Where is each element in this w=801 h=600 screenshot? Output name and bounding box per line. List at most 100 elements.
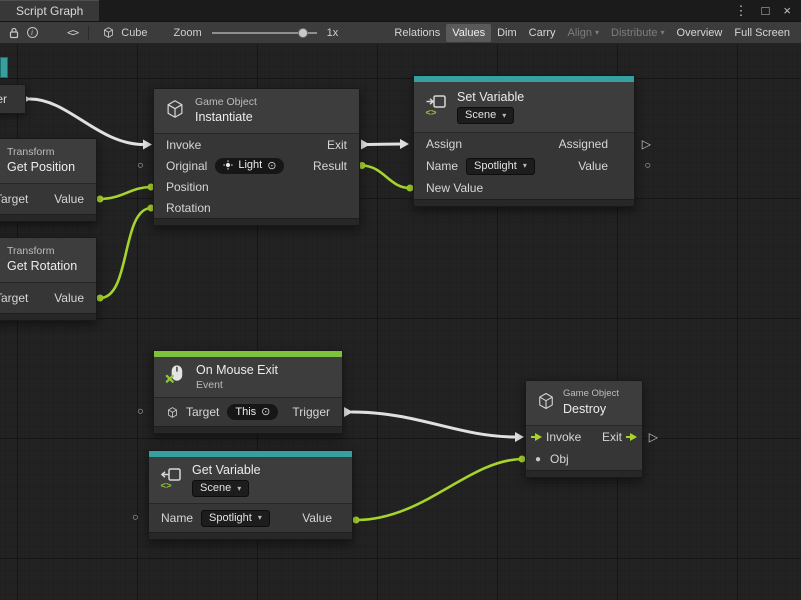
node-header[interactable]: Game Object Destroy xyxy=(526,381,642,425)
node-title: Destroy xyxy=(563,402,619,417)
overview-button[interactable]: Overview xyxy=(671,24,729,42)
toolbar-divider xyxy=(88,26,89,40)
graph-toolbar: i <> Cube Zoom 1x Relations Values Dim C… xyxy=(0,22,801,44)
chevron-down-icon: ▾ xyxy=(595,28,599,37)
dim-button[interactable]: Dim xyxy=(491,24,523,42)
target-object-field[interactable]: This ⊙ xyxy=(227,404,278,420)
node-header[interactable]: Game Object Instantiate xyxy=(154,89,359,133)
original-object-field[interactable]: Light ⊙ xyxy=(215,158,284,174)
carry-button[interactable]: Carry xyxy=(523,24,562,42)
obj-input-label: Obj xyxy=(550,452,569,466)
control-output-port[interactable] xyxy=(361,140,370,150)
node-get-position[interactable]: Transform Get Position Target Value xyxy=(0,138,97,222)
wire-position-value[interactable] xyxy=(100,187,151,199)
chevron-down-icon: ▾ xyxy=(661,28,665,37)
node-header[interactable]: On Mouse Exit Event xyxy=(154,357,342,397)
variable-name-dropdown[interactable]: Spotlight ▾ xyxy=(466,158,535,175)
wire-variable-to-obj[interactable] xyxy=(356,459,522,520)
value-output-port[interactable]: ○ xyxy=(644,161,651,172)
node-title: Set Variable xyxy=(457,90,524,105)
target-input-port[interactable]: ○ xyxy=(137,407,144,418)
node-header[interactable]: <> Set Variable Scene ▾ xyxy=(414,82,634,132)
variable-scope-dropdown[interactable]: Scene ▾ xyxy=(457,107,514,124)
invoke-input-port[interactable] xyxy=(531,433,542,441)
invoke-input-label: Invoke xyxy=(546,430,581,444)
exit-flow-indicator[interactable]: ▷ xyxy=(649,431,658,443)
wire-result-to-newvalue[interactable] xyxy=(362,166,410,189)
menu-icon[interactable]: ⋮ xyxy=(735,3,748,19)
assigned-output-port[interactable]: ▷ xyxy=(642,138,651,150)
original-input-label: Original xyxy=(166,159,207,173)
node-get-rotation[interactable]: Transform Get Rotation Target Value xyxy=(0,237,97,321)
wire-rotation-value[interactable] xyxy=(100,208,151,298)
object-picker-icon[interactable]: ⊙ xyxy=(267,159,276,172)
node-subtitle: Event xyxy=(196,380,278,392)
name-input-port[interactable]: ○ xyxy=(132,513,139,524)
maximize-icon[interactable]: □ xyxy=(762,3,770,18)
code-icon[interactable]: <> xyxy=(67,26,78,39)
fullscreen-button[interactable]: Full Screen xyxy=(728,24,796,42)
node-instantiate[interactable]: Game Object Instantiate Invoke Exit ○ Or… xyxy=(153,88,360,226)
info-icon[interactable]: i xyxy=(23,24,41,42)
node-get-variable[interactable]: <> Get Variable Scene ▾ ○ Name Spotlight xyxy=(148,450,353,540)
node-header[interactable]: <> Get Variable Scene ▾ xyxy=(149,457,352,503)
zoom-slider[interactable] xyxy=(212,26,317,40)
node-destroy[interactable]: Game Object Destroy Invoke Exit ▷ ● Obj xyxy=(525,380,643,478)
get-variable-icon: <> xyxy=(159,466,183,495)
offscreen-node-fragment[interactable] xyxy=(0,57,8,78)
tab-script-graph[interactable]: Script Graph xyxy=(0,0,99,21)
lock-icon[interactable] xyxy=(5,24,23,42)
node-header[interactable]: Transform Get Rotation xyxy=(0,238,96,282)
object-picker-icon[interactable]: ⊙ xyxy=(261,405,270,418)
node-title: Get Position xyxy=(7,160,75,175)
node-title: Instantiate xyxy=(195,110,257,125)
node-category: Game Object xyxy=(563,389,619,399)
cube-icon xyxy=(99,24,117,42)
node-footer xyxy=(0,313,96,320)
node-footer xyxy=(0,214,96,221)
variable-scope-dropdown[interactable]: Scene ▾ xyxy=(192,480,249,497)
graph-canvas[interactable]: Trigger Transform Get Position Target Va… xyxy=(0,44,801,600)
distribute-button[interactable]: Distribute▾ xyxy=(605,24,670,42)
obj-input-port[interactable]: ● xyxy=(535,454,541,465)
relations-button[interactable]: Relations xyxy=(388,24,446,42)
target-object-value: This xyxy=(235,406,256,418)
close-icon[interactable]: × xyxy=(783,3,791,18)
wire-layer xyxy=(0,44,801,600)
zoom-slider-knob[interactable] xyxy=(298,28,308,38)
svg-text:<>: <> xyxy=(426,107,438,117)
value-output-port[interactable] xyxy=(353,517,360,524)
node-header[interactable]: Transform Get Position xyxy=(0,139,96,183)
tab-title: Script Graph xyxy=(16,4,83,18)
value-output-port[interactable] xyxy=(97,196,104,203)
target-input-label: Target xyxy=(0,291,28,305)
control-output-port[interactable] xyxy=(344,407,353,417)
value-output-label: Value xyxy=(302,511,332,525)
control-input-port[interactable] xyxy=(515,432,524,442)
value-output-label: Value xyxy=(54,291,84,305)
control-input-port[interactable] xyxy=(400,139,409,149)
original-input-port[interactable]: ○ xyxy=(137,160,144,171)
node-set-variable[interactable]: <> Set Variable Scene ▾ Assign Assigned … xyxy=(413,75,635,207)
values-button[interactable]: Values xyxy=(446,24,491,42)
control-input-port[interactable] xyxy=(143,140,152,150)
exit-output-port[interactable] xyxy=(626,433,637,441)
exit-output-label: Exit xyxy=(327,138,347,152)
node-title: On Mouse Exit xyxy=(196,363,278,378)
target-input-label: Target xyxy=(0,192,28,206)
wire-exit-to-assign[interactable] xyxy=(368,144,401,145)
wire-trigger-to-destroy-invoke[interactable] xyxy=(352,412,516,437)
offscreen-event-node[interactable]: Trigger xyxy=(0,84,26,114)
port-label: Trigger xyxy=(0,92,7,106)
align-button[interactable]: Align▾ xyxy=(562,24,605,42)
variable-name-dropdown[interactable]: Spotlight ▾ xyxy=(201,510,270,527)
node-category: Transform xyxy=(7,246,77,258)
node-footer xyxy=(154,218,359,225)
zoom-label: Zoom xyxy=(174,27,202,39)
node-on-mouse-exit[interactable]: On Mouse Exit Event ○ Target This ⊙ Trig… xyxy=(153,350,343,434)
node-category: Game Object xyxy=(195,97,257,109)
node-footer xyxy=(526,470,642,477)
graph-target-label[interactable]: Cube xyxy=(121,27,147,39)
game-object-cube-icon xyxy=(166,406,179,419)
value-output-port[interactable] xyxy=(97,295,104,302)
